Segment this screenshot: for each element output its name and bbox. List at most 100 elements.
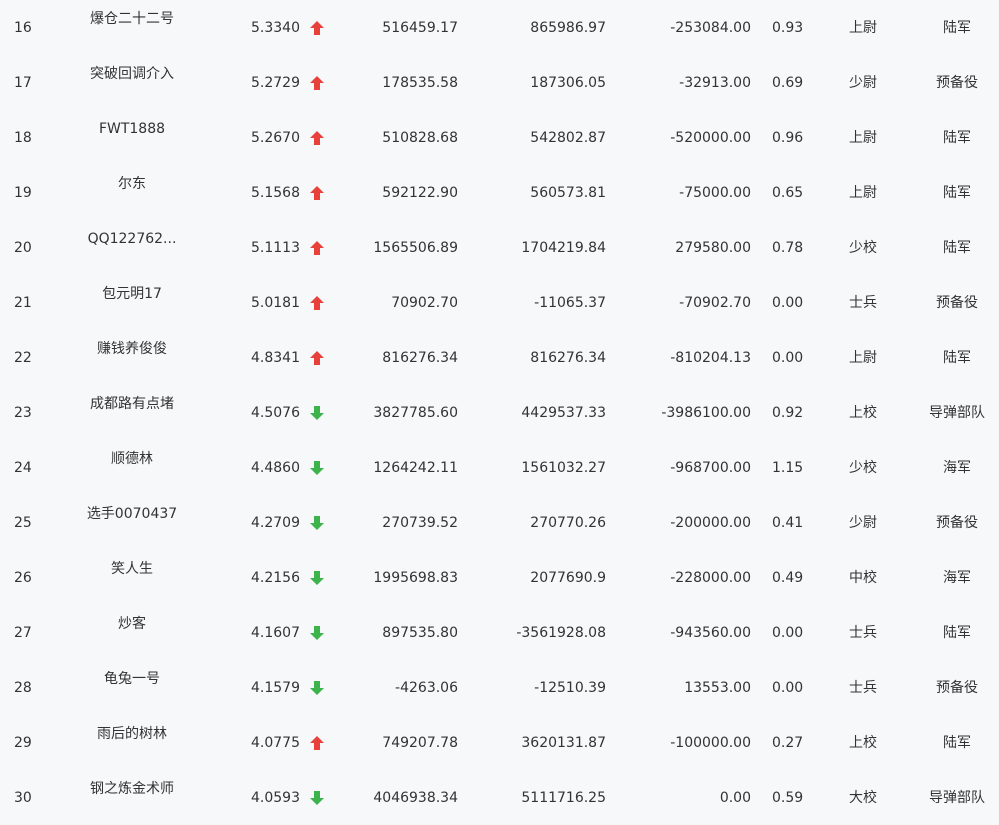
player-name-link[interactable]: 雨后的树林 xyxy=(70,725,194,743)
rank-number: 26 xyxy=(14,570,32,586)
rank-title: 上尉 xyxy=(849,130,877,146)
branch-name: 预备役 xyxy=(936,515,978,531)
table-row[interactable]: 21 包元明17 5.0181 70902.70 -11065.37 -70902.70 0… xyxy=(0,275,999,330)
player-name-link[interactable]: 赚钱养俊俊 xyxy=(70,340,194,358)
player-name-link[interactable]: 突破回调介入 xyxy=(70,65,194,83)
table-row[interactable]: 25 选手0070437 4.2709 270739.52 270770.26 -2000… xyxy=(0,495,999,550)
market-value: -3561928.08 xyxy=(516,625,606,641)
branch-name: 陆军 xyxy=(943,625,971,641)
branch-name: 海军 xyxy=(943,570,971,586)
player-name-link[interactable]: 炒客 xyxy=(70,615,194,633)
asset-value: 4046938.34 xyxy=(373,790,458,806)
table-row[interactable]: 28 龟兔一号 4.1579 -4263.06 -12510.39 13553.00 0.0… xyxy=(0,660,999,715)
asset-value: 816276.34 xyxy=(382,350,458,366)
rank-number: 18 xyxy=(14,130,32,146)
player-name-link[interactable]: QQ122762... xyxy=(70,230,194,248)
table-row[interactable]: 17 突破回调介入 5.2729 178535.58 187306.05 -32913.0… xyxy=(0,55,999,110)
rank-number: 21 xyxy=(14,295,32,311)
branch-name: 导弹部队 xyxy=(929,790,985,806)
branch-name: 预备役 xyxy=(936,680,978,696)
table-row[interactable]: 24 顺德林 4.4860 1264242.11 1561032.27 -968700.0… xyxy=(0,440,999,495)
player-name-link[interactable]: 爆仓二十二号 xyxy=(70,10,194,28)
rank-number: 22 xyxy=(14,350,32,366)
score-value: 4.0775 xyxy=(251,735,300,751)
rank-title: 上尉 xyxy=(849,185,877,201)
table-row[interactable]: 27 炒客 4.1607 897535.80 -3561928.08 -943560.00… xyxy=(0,605,999,660)
change-value: -968700.00 xyxy=(670,460,751,476)
branch-name: 预备役 xyxy=(936,295,978,311)
ranking-table: 16 爆仓二十二号 5.3340 516459.17 865986.97 -253084.… xyxy=(0,0,999,825)
player-name-link[interactable]: 笑人生 xyxy=(70,560,194,578)
market-value: 816276.34 xyxy=(530,350,606,366)
rank-title: 上尉 xyxy=(849,20,877,36)
rank-title: 士兵 xyxy=(849,680,877,696)
rank-title: 士兵 xyxy=(849,625,877,641)
rank-number: 23 xyxy=(14,405,32,421)
branch-name: 导弹部队 xyxy=(929,405,985,421)
ratio-value: 0.00 xyxy=(772,680,804,696)
score-value: 5.3340 xyxy=(251,20,300,36)
score-value: 4.1607 xyxy=(251,625,300,641)
score-value: 4.2156 xyxy=(251,570,300,586)
table-row[interactable]: 26 笑人生 4.2156 1995698.83 2077690.9 -228000.00… xyxy=(0,550,999,605)
branch-name: 预备役 xyxy=(936,75,978,91)
table-row[interactable]: 18 FWT1888 5.2670 510828.68 542802.87 -520000… xyxy=(0,110,999,165)
rank-number: 29 xyxy=(14,735,32,751)
player-name-link[interactable]: 包元明17 xyxy=(70,285,194,303)
score-value: 4.1579 xyxy=(251,680,300,696)
table-row[interactable]: 19 尔东 5.1568 592122.90 560573.81 -75000.00 0.6… xyxy=(0,165,999,220)
table-row[interactable]: 20 QQ122762... 5.1113 1565506.89 1704219.84 2… xyxy=(0,220,999,275)
ratio-value: 0.00 xyxy=(772,350,804,366)
player-name-link[interactable]: FWT1888 xyxy=(70,120,194,138)
score-value: 4.4860 xyxy=(251,460,300,476)
score-value: 4.0593 xyxy=(251,790,300,806)
asset-value: 1995698.83 xyxy=(373,570,458,586)
asset-value: 270739.52 xyxy=(382,515,458,531)
branch-name: 陆军 xyxy=(943,20,971,36)
ratio-value: 0.96 xyxy=(772,130,804,146)
change-value: -32913.00 xyxy=(679,75,751,91)
arrow-down-icon xyxy=(310,791,324,805)
change-value: -100000.00 xyxy=(670,735,751,751)
score-value: 4.8341 xyxy=(251,350,300,366)
player-name-link[interactable]: 选手0070437 xyxy=(70,505,194,523)
ratio-value: 0.49 xyxy=(772,570,804,586)
asset-value: 510828.68 xyxy=(382,130,458,146)
table-row[interactable]: 16 爆仓二十二号 5.3340 516459.17 865986.97 -253084.… xyxy=(0,0,999,55)
player-name-link[interactable]: 钢之炼金术师 xyxy=(70,780,194,798)
rank-number: 17 xyxy=(14,75,32,91)
asset-value: 749207.78 xyxy=(382,735,458,751)
table-row[interactable]: 30 钢之炼金术师 4.0593 4046938.34 5111716.25 0.00 0.… xyxy=(0,770,999,825)
rank-number: 19 xyxy=(14,185,32,201)
rank-title: 少校 xyxy=(849,240,877,256)
market-value: 865986.97 xyxy=(530,20,606,36)
change-value: 13553.00 xyxy=(684,680,751,696)
table-row[interactable]: 23 成都路有点堵 4.5076 3827785.60 4429537.33 -39861… xyxy=(0,385,999,440)
table-row[interactable]: 22 赚钱养俊俊 4.8341 816276.34 816276.34 -810204.1… xyxy=(0,330,999,385)
asset-value: 3827785.60 xyxy=(373,405,458,421)
player-name-link[interactable]: 尔东 xyxy=(70,175,194,193)
branch-name: 海军 xyxy=(943,460,971,476)
player-name-link[interactable]: 龟兔一号 xyxy=(70,670,194,688)
player-name-link[interactable]: 顺德林 xyxy=(70,450,194,468)
change-value: -810204.13 xyxy=(670,350,751,366)
change-value: -3986100.00 xyxy=(661,405,751,421)
score-value: 5.1568 xyxy=(251,185,300,201)
rank-title: 少校 xyxy=(849,460,877,476)
market-value: 270770.26 xyxy=(530,515,606,531)
branch-name: 陆军 xyxy=(943,735,971,751)
asset-value: 178535.58 xyxy=(382,75,458,91)
ratio-value: 0.65 xyxy=(772,185,804,201)
rank-title: 少尉 xyxy=(849,75,877,91)
market-value: 1704219.84 xyxy=(521,240,606,256)
rank-number: 30 xyxy=(14,790,32,806)
rank-title: 大校 xyxy=(849,790,877,806)
arrow-up-icon xyxy=(310,296,324,310)
table-row[interactable]: 29 雨后的树林 4.0775 749207.78 3620131.87 -100000.… xyxy=(0,715,999,770)
arrow-up-icon xyxy=(310,21,324,35)
market-value: 560573.81 xyxy=(530,185,606,201)
arrow-down-icon xyxy=(310,406,324,420)
market-value: -11065.37 xyxy=(534,295,606,311)
ratio-value: 0.78 xyxy=(772,240,804,256)
player-name-link[interactable]: 成都路有点堵 xyxy=(70,395,194,413)
